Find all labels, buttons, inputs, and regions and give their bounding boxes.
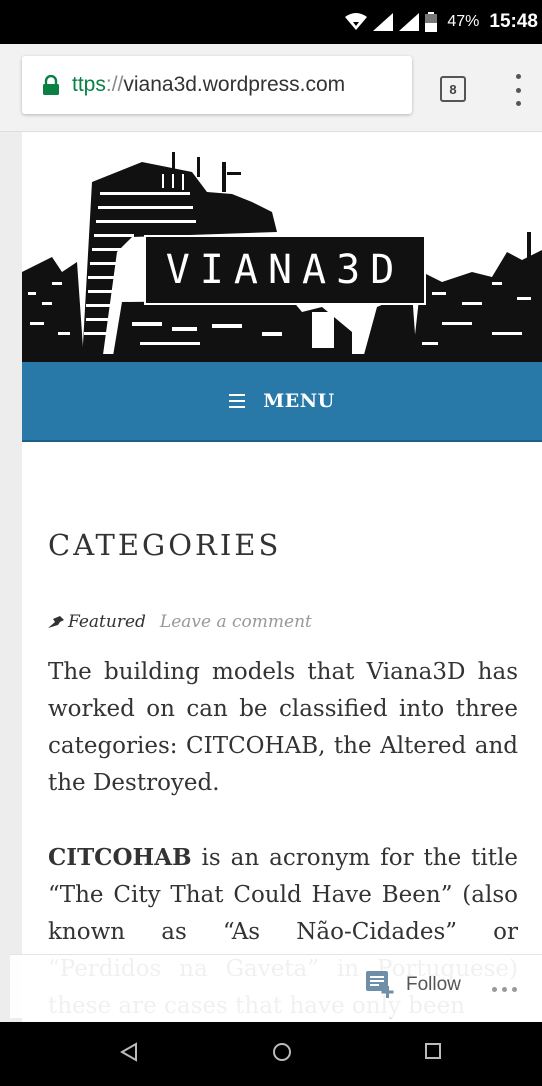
hamburger-icon <box>229 394 246 408</box>
follow-label: Follow <box>406 974 461 995</box>
url-separator: :// <box>105 73 124 96</box>
browser-menu-button[interactable] <box>508 74 528 106</box>
menu-toggle-bar[interactable]: MENU <box>22 362 542 442</box>
post-meta: Featured Leave a comment <box>48 612 312 632</box>
post-title: CATEGORIES <box>48 528 282 562</box>
site-logo-text: VIANA3D <box>165 247 405 293</box>
signal-icon <box>373 13 394 31</box>
battery-percent: 47% <box>447 13 480 30</box>
follow-bar: Follow <box>10 954 542 1018</box>
battery-icon <box>425 12 438 32</box>
home-icon[interactable] <box>272 1042 292 1062</box>
follow-icon <box>366 971 394 998</box>
pin-icon <box>48 616 64 628</box>
browser-toolbar: ttps://viana3d.wordpress.com 8 <box>0 44 542 132</box>
android-navigation-bar <box>0 1022 542 1086</box>
dot-icon <box>515 87 521 93</box>
clock: 15:48 <box>489 11 538 32</box>
paragraph-intro: The building models that Viana3D has wor… <box>48 659 518 796</box>
tab-switcher-button[interactable]: 8 <box>440 76 466 102</box>
web-page: VIANA3D MENU CATEGORIES Featured Leave a… <box>22 132 542 1022</box>
featured-label: Featured <box>68 612 146 632</box>
url-scheme: ttps <box>72 73 106 96</box>
menu-label: MENU <box>263 390 335 412</box>
recents-icon[interactable] <box>424 1042 442 1060</box>
dot-icon <box>515 101 521 106</box>
wifi-icon <box>345 13 368 30</box>
back-icon[interactable] <box>120 1042 138 1062</box>
leave-comment-link[interactable]: Leave a comment <box>160 612 312 632</box>
url-bar[interactable]: ttps://viana3d.wordpress.com <box>22 56 412 114</box>
citcohab-term: CITCOHAB <box>48 844 192 871</box>
dot-icon <box>502 987 507 992</box>
signal-icon-2 <box>399 13 420 31</box>
follow-button[interactable]: Follow <box>366 971 461 999</box>
lock-icon <box>43 75 59 95</box>
dot-icon <box>512 987 517 992</box>
status-bar: 47% 15:48 <box>0 0 542 44</box>
more-options-button[interactable] <box>492 987 517 992</box>
header-image[interactable]: VIANA3D <box>22 132 542 362</box>
dot-icon <box>515 74 521 79</box>
url-host: viana3d.wordpress.com <box>123 73 346 96</box>
dot-icon <box>492 987 497 992</box>
status-icons <box>345 12 438 32</box>
site-logo[interactable]: VIANA3D <box>144 235 426 305</box>
